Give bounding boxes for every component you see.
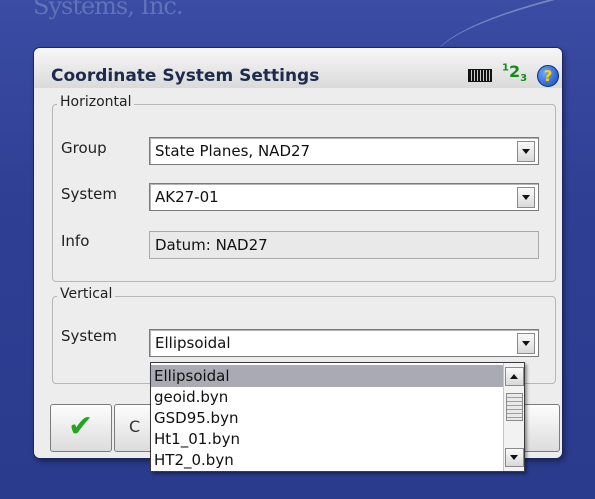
- dropdown-scrollbar[interactable]: [503, 363, 524, 471]
- titlebar: Coordinate System Settings 123 ?: [34, 48, 562, 88]
- vertical-system-select[interactable]: Ellipsoidal: [149, 329, 539, 357]
- checkmark-icon: ✔: [68, 409, 94, 444]
- ok-button[interactable]: ✔: [50, 404, 112, 452]
- chevron-down-icon[interactable]: [517, 141, 535, 162]
- numeric-a: 1: [502, 62, 509, 74]
- vertical-system-label: System: [61, 327, 117, 345]
- dropdown-option[interactable]: HT2_0.byn: [151, 449, 504, 471]
- horizontal-group: Horizontal Group State Planes, NAD27 Sys…: [52, 94, 556, 282]
- dialog-title: Coordinate System Settings: [51, 66, 320, 86]
- horizontal-legend: Horizontal: [57, 94, 135, 110]
- group-label: Group: [61, 139, 107, 157]
- group-select-value: State Planes, NAD27: [155, 142, 311, 160]
- numeric-b: 2: [508, 62, 521, 81]
- chevron-down-icon[interactable]: [517, 333, 535, 354]
- vertical-system-value: Ellipsoidal: [155, 334, 231, 352]
- dropdown-option[interactable]: GSD95.byn: [151, 407, 504, 429]
- scroll-thumb[interactable]: [506, 393, 523, 421]
- dropdown-option[interactable]: Ellipsoidal: [151, 365, 504, 387]
- group-select[interactable]: State Planes, NAD27: [149, 137, 539, 165]
- system-select[interactable]: AK27-01: [149, 183, 539, 211]
- vertical-legend: Vertical: [57, 286, 116, 302]
- dropdown-option[interactable]: geoid.byn: [151, 386, 504, 408]
- keyboard-icon[interactable]: [468, 69, 492, 82]
- numeric-input-icon[interactable]: 123: [502, 62, 527, 84]
- vertical-system-dropdown-list[interactable]: Ellipsoidal geoid.byn GSD95.byn Ht1_01.b…: [150, 362, 525, 472]
- scroll-up-icon[interactable]: [505, 367, 524, 386]
- system-select-value: AK27-01: [155, 188, 219, 206]
- chevron-down-icon[interactable]: [517, 187, 535, 208]
- cancel-button-label: C: [129, 417, 141, 436]
- info-field-value: Datum: NAD27: [155, 236, 268, 254]
- dropdown-option[interactable]: Ht1_01.byn: [151, 428, 504, 450]
- system-label: System: [61, 185, 117, 203]
- background-brand-text: Systems, Inc.: [33, 0, 184, 20]
- info-label: Info: [61, 232, 90, 250]
- info-field: Datum: NAD27: [149, 231, 539, 259]
- scroll-down-icon[interactable]: [505, 448, 524, 467]
- numeric-c: 3: [520, 73, 528, 85]
- help-icon[interactable]: ?: [537, 65, 559, 87]
